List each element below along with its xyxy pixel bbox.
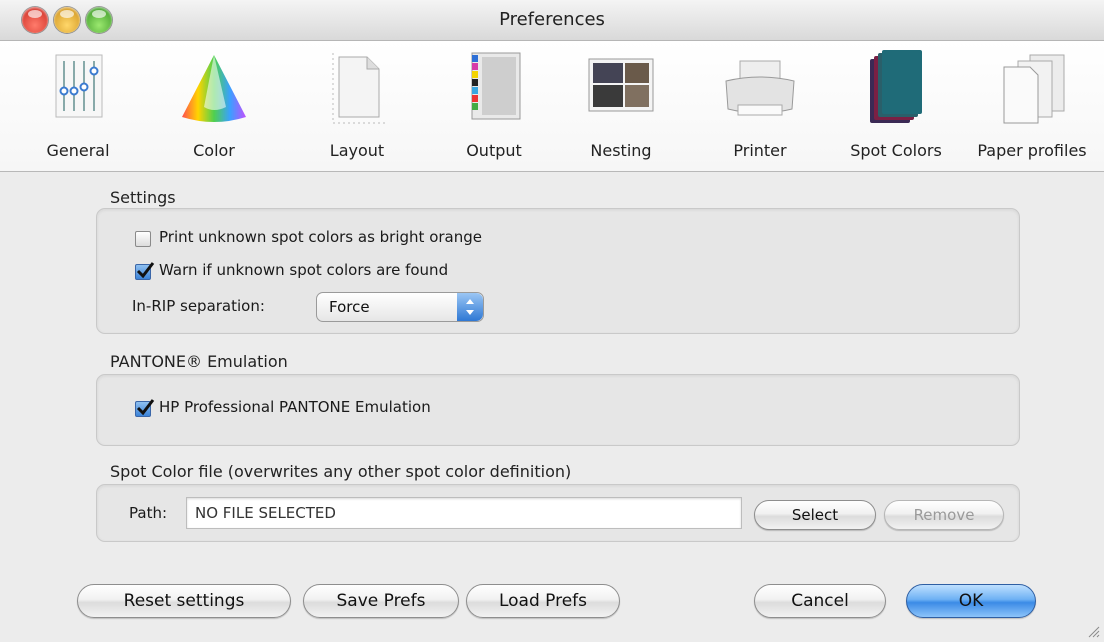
tab-nesting[interactable]: Nesting: [557, 41, 685, 171]
printer-icon: [725, 60, 795, 116]
hp-pantone-label[interactable]: HP Professional PANTONE Emulation: [159, 398, 431, 416]
spot-colors-pane: Settings Print unknown spot colors as br…: [0, 172, 1104, 642]
load-prefs-button[interactable]: Load Prefs: [466, 584, 620, 618]
tab-paper-profiles-label: Paper profiles: [977, 141, 1087, 160]
path-value: NO FILE SELECTED: [195, 504, 336, 522]
tab-color[interactable]: Color: [150, 41, 278, 171]
tab-spot-colors[interactable]: Spot Colors: [832, 41, 960, 171]
separation-label: In-RIP separation:: [132, 297, 265, 315]
color-cone-icon: [182, 55, 246, 122]
page-icon: [332, 53, 385, 124]
output-sheet-icon: [471, 52, 521, 120]
print-unknown-label[interactable]: Print unknown spot colors as bright oran…: [159, 228, 482, 246]
reset-settings-button[interactable]: Reset settings: [77, 584, 291, 618]
tab-spot-colors-label: Spot Colors: [850, 141, 942, 160]
hp-pantone-checkbox[interactable]: [135, 399, 155, 417]
ok-button[interactable]: OK: [906, 584, 1036, 618]
settings-section-title: Settings: [110, 188, 176, 207]
save-prefs-button[interactable]: Save Prefs: [303, 584, 459, 618]
resize-grip-icon[interactable]: [1086, 624, 1100, 638]
remove-button[interactable]: Remove: [884, 500, 1004, 530]
tab-paper-profiles[interactable]: Paper profiles: [968, 41, 1096, 171]
tab-output-label: Output: [466, 141, 522, 160]
tab-nesting-label: Nesting: [590, 141, 652, 160]
tab-layout-label: Layout: [329, 141, 385, 160]
tab-color-label: Color: [193, 141, 235, 160]
spot-colors-icon: [870, 50, 922, 123]
warn-unknown-label[interactable]: Warn if unknown spot colors are found: [159, 261, 448, 279]
nesting-icon: [588, 58, 654, 112]
path-label: Path:: [129, 504, 168, 522]
updown-arrows-icon: [457, 293, 483, 321]
title-bar[interactable]: Preferences: [0, 0, 1104, 41]
spot-file-section-title: Spot Color file (overwrites any other sp…: [110, 462, 572, 481]
paper-stack-icon: [1003, 54, 1065, 124]
tab-layout[interactable]: Layout: [293, 41, 421, 171]
separation-popup[interactable]: Force: [316, 292, 484, 322]
pantone-group: HP Professional PANTONE Emulation: [96, 374, 1020, 446]
tab-general[interactable]: General: [14, 41, 142, 171]
preferences-window: Preferences General Color Layout Output …: [0, 0, 1104, 642]
tab-printer[interactable]: Printer: [696, 41, 824, 171]
warn-unknown-checkbox[interactable]: [135, 262, 155, 280]
tab-output[interactable]: Output: [430, 41, 558, 171]
path-field[interactable]: NO FILE SELECTED: [186, 497, 742, 529]
settings-group: Print unknown spot colors as bright oran…: [96, 208, 1020, 334]
pantone-section-title: PANTONE® Emulation: [110, 352, 288, 371]
window-title: Preferences: [499, 9, 605, 30]
checkmark-icon: [136, 399, 155, 416]
print-unknown-checkbox[interactable]: [135, 231, 151, 247]
cancel-button[interactable]: Cancel: [754, 584, 886, 618]
preferences-toolbar: General Color Layout Output Nesting Prin…: [0, 41, 1104, 172]
tab-printer-label: Printer: [733, 141, 787, 160]
separation-value: Force: [329, 298, 370, 316]
tab-general-label: General: [46, 141, 110, 160]
checkmark-icon: [136, 262, 155, 279]
select-button[interactable]: Select: [754, 500, 876, 530]
sliders-icon: [55, 54, 103, 118]
